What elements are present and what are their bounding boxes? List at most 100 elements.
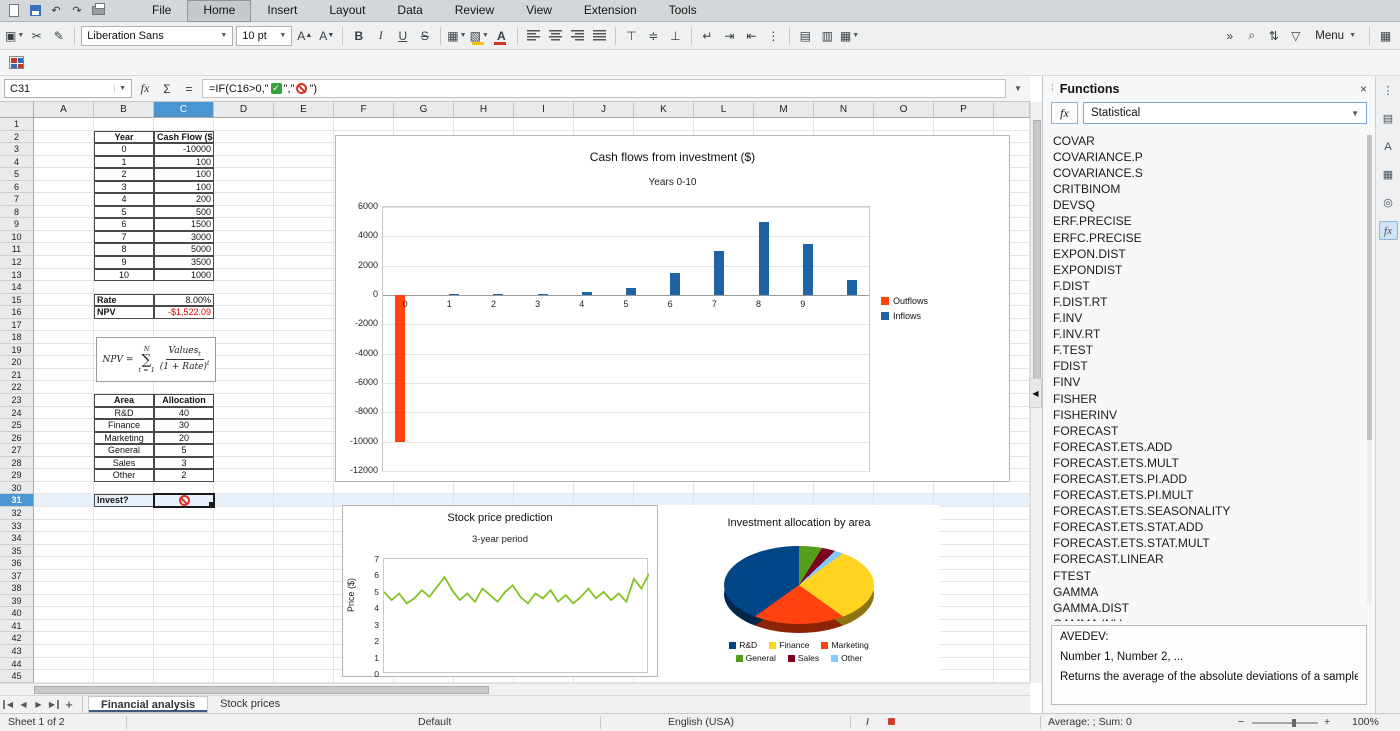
cell-E36[interactable] [274, 557, 334, 570]
cell-C31[interactable] [154, 494, 214, 507]
cell-C4[interactable]: 100 [154, 156, 214, 169]
cell-C25[interactable]: 30 [154, 419, 214, 432]
column-header-H[interactable]: H [454, 102, 514, 118]
cell-C2[interactable]: Cash Flow ($) [154, 131, 214, 144]
redo-icon[interactable]: ↷ [68, 3, 86, 19]
function-item-gamma.inv[interactable]: GAMMA.INV [1053, 616, 1375, 621]
row-header-14[interactable]: 14 [0, 281, 34, 294]
cell-P30[interactable] [934, 482, 994, 495]
row-header-17[interactable]: 17 [0, 319, 34, 332]
cell-A23[interactable] [34, 394, 94, 407]
sidebar-grid-icon[interactable]: ▦ [1376, 26, 1395, 46]
function-item-f.dist[interactable]: F.DIST [1053, 278, 1375, 294]
function-item-covariance.p[interactable]: COVARIANCE.P [1053, 149, 1375, 165]
cell-A6[interactable] [34, 181, 94, 194]
cell-C10[interactable]: 3000 [154, 231, 214, 244]
row-header-18[interactable]: 18 [0, 331, 34, 344]
function-item-f.test[interactable]: F.TEST [1053, 342, 1375, 358]
row-header-8[interactable]: 8 [0, 206, 34, 219]
cell-B34[interactable] [94, 532, 154, 545]
cell-A2[interactable] [34, 131, 94, 144]
cell-P40[interactable] [934, 607, 994, 620]
category-select[interactable]: Statistical ▼ [1083, 102, 1367, 124]
row-header-31[interactable]: 31 [0, 494, 34, 507]
column-header-E[interactable]: E [274, 102, 334, 118]
cell-A45[interactable] [34, 670, 94, 683]
menu-tab-data[interactable]: Data [381, 0, 438, 22]
cell-E5[interactable] [274, 168, 334, 181]
cell-C29[interactable]: 2 [154, 469, 214, 482]
row-header-11[interactable]: 11 [0, 243, 34, 256]
row-header-19[interactable]: 19 [0, 344, 34, 357]
function-item-erfc.precise[interactable]: ERFC.PRECISE [1053, 230, 1375, 246]
cell-A43[interactable] [34, 645, 94, 658]
cell-I30[interactable] [514, 482, 574, 495]
cell-B9[interactable]: 6 [94, 218, 154, 231]
cell-E3[interactable] [274, 143, 334, 156]
cell-E2[interactable] [274, 131, 334, 144]
cell-D43[interactable] [214, 645, 274, 658]
cell-E18[interactable] [274, 331, 334, 344]
cell-B36[interactable] [94, 557, 154, 570]
cell-D30[interactable] [214, 482, 274, 495]
bold-button[interactable]: B [349, 26, 368, 46]
select-all-corner[interactable] [0, 102, 34, 118]
cell-E32[interactable] [274, 507, 334, 520]
autosum-icon[interactable]: Σ [158, 80, 176, 98]
cell-E9[interactable] [274, 218, 334, 231]
function-item-erf.precise[interactable]: ERF.PRECISE [1053, 213, 1375, 229]
cell-B41[interactable] [94, 620, 154, 633]
function-item-f.inv[interactable]: F.INV [1053, 310, 1375, 326]
previous-sheet-icon[interactable]: ◀ [17, 700, 30, 709]
cell-D10[interactable] [214, 231, 274, 244]
cell-E43[interactable] [274, 645, 334, 658]
cell-C37[interactable] [154, 570, 214, 583]
function-item-f.dist.rt[interactable]: F.DIST.RT [1053, 294, 1375, 310]
cell-A18[interactable] [34, 331, 94, 344]
cell-D7[interactable] [214, 193, 274, 206]
function-item-fisherinv[interactable]: FISHERINV [1053, 407, 1375, 423]
cell-C38[interactable] [154, 582, 214, 595]
function-item-gamma.dist[interactable]: GAMMA.DIST [1053, 600, 1375, 616]
cell-A34[interactable] [34, 532, 94, 545]
cell-E6[interactable] [274, 181, 334, 194]
row-header-28[interactable]: 28 [0, 457, 34, 470]
row-header-7[interactable]: 7 [0, 193, 34, 206]
cell-C26[interactable]: 20 [154, 432, 214, 445]
cell-C14[interactable] [154, 281, 214, 294]
cell-D33[interactable] [214, 520, 274, 533]
cell-A24[interactable] [34, 407, 94, 420]
cell-E26[interactable] [274, 432, 334, 445]
function-item-forecast.ets.stat.mult[interactable]: FORECAST.ETS.STAT.MULT [1053, 535, 1375, 551]
column-header-I[interactable]: I [514, 102, 574, 118]
cell-D17[interactable] [214, 319, 274, 332]
font-color-icon[interactable]: A [492, 26, 511, 46]
cell-E10[interactable] [274, 231, 334, 244]
cell-E20[interactable] [274, 356, 334, 369]
background-color-icon[interactable]: ▧▼ [470, 26, 489, 46]
cell-E33[interactable] [274, 520, 334, 533]
cell-B40[interactable] [94, 607, 154, 620]
column-header-A[interactable]: A [34, 102, 94, 118]
function-list-scrollbar-thumb[interactable] [1367, 135, 1372, 440]
cell-B35[interactable] [94, 545, 154, 558]
cell-B22[interactable] [94, 381, 154, 394]
cell-P39[interactable] [934, 595, 994, 608]
cell-C32[interactable] [154, 507, 214, 520]
row-header-37[interactable]: 37 [0, 570, 34, 583]
cell-E24[interactable] [274, 407, 334, 420]
cell-E25[interactable] [274, 419, 334, 432]
function-item-forecast.ets.add[interactable]: FORECAST.ETS.ADD [1053, 439, 1375, 455]
cell-D27[interactable] [214, 444, 274, 457]
cell-C15[interactable]: 8.00% [154, 294, 214, 307]
column-header-O[interactable]: O [874, 102, 934, 118]
row-header-2[interactable]: 2 [0, 131, 34, 144]
cell-B42[interactable] [94, 632, 154, 645]
cell-C24[interactable]: 40 [154, 407, 214, 420]
column-header-J[interactable]: J [574, 102, 634, 118]
cell-A31[interactable] [34, 494, 94, 507]
cell-H30[interactable] [454, 482, 514, 495]
cell-A12[interactable] [34, 256, 94, 269]
cell-B11[interactable]: 8 [94, 243, 154, 256]
cell-A4[interactable] [34, 156, 94, 169]
